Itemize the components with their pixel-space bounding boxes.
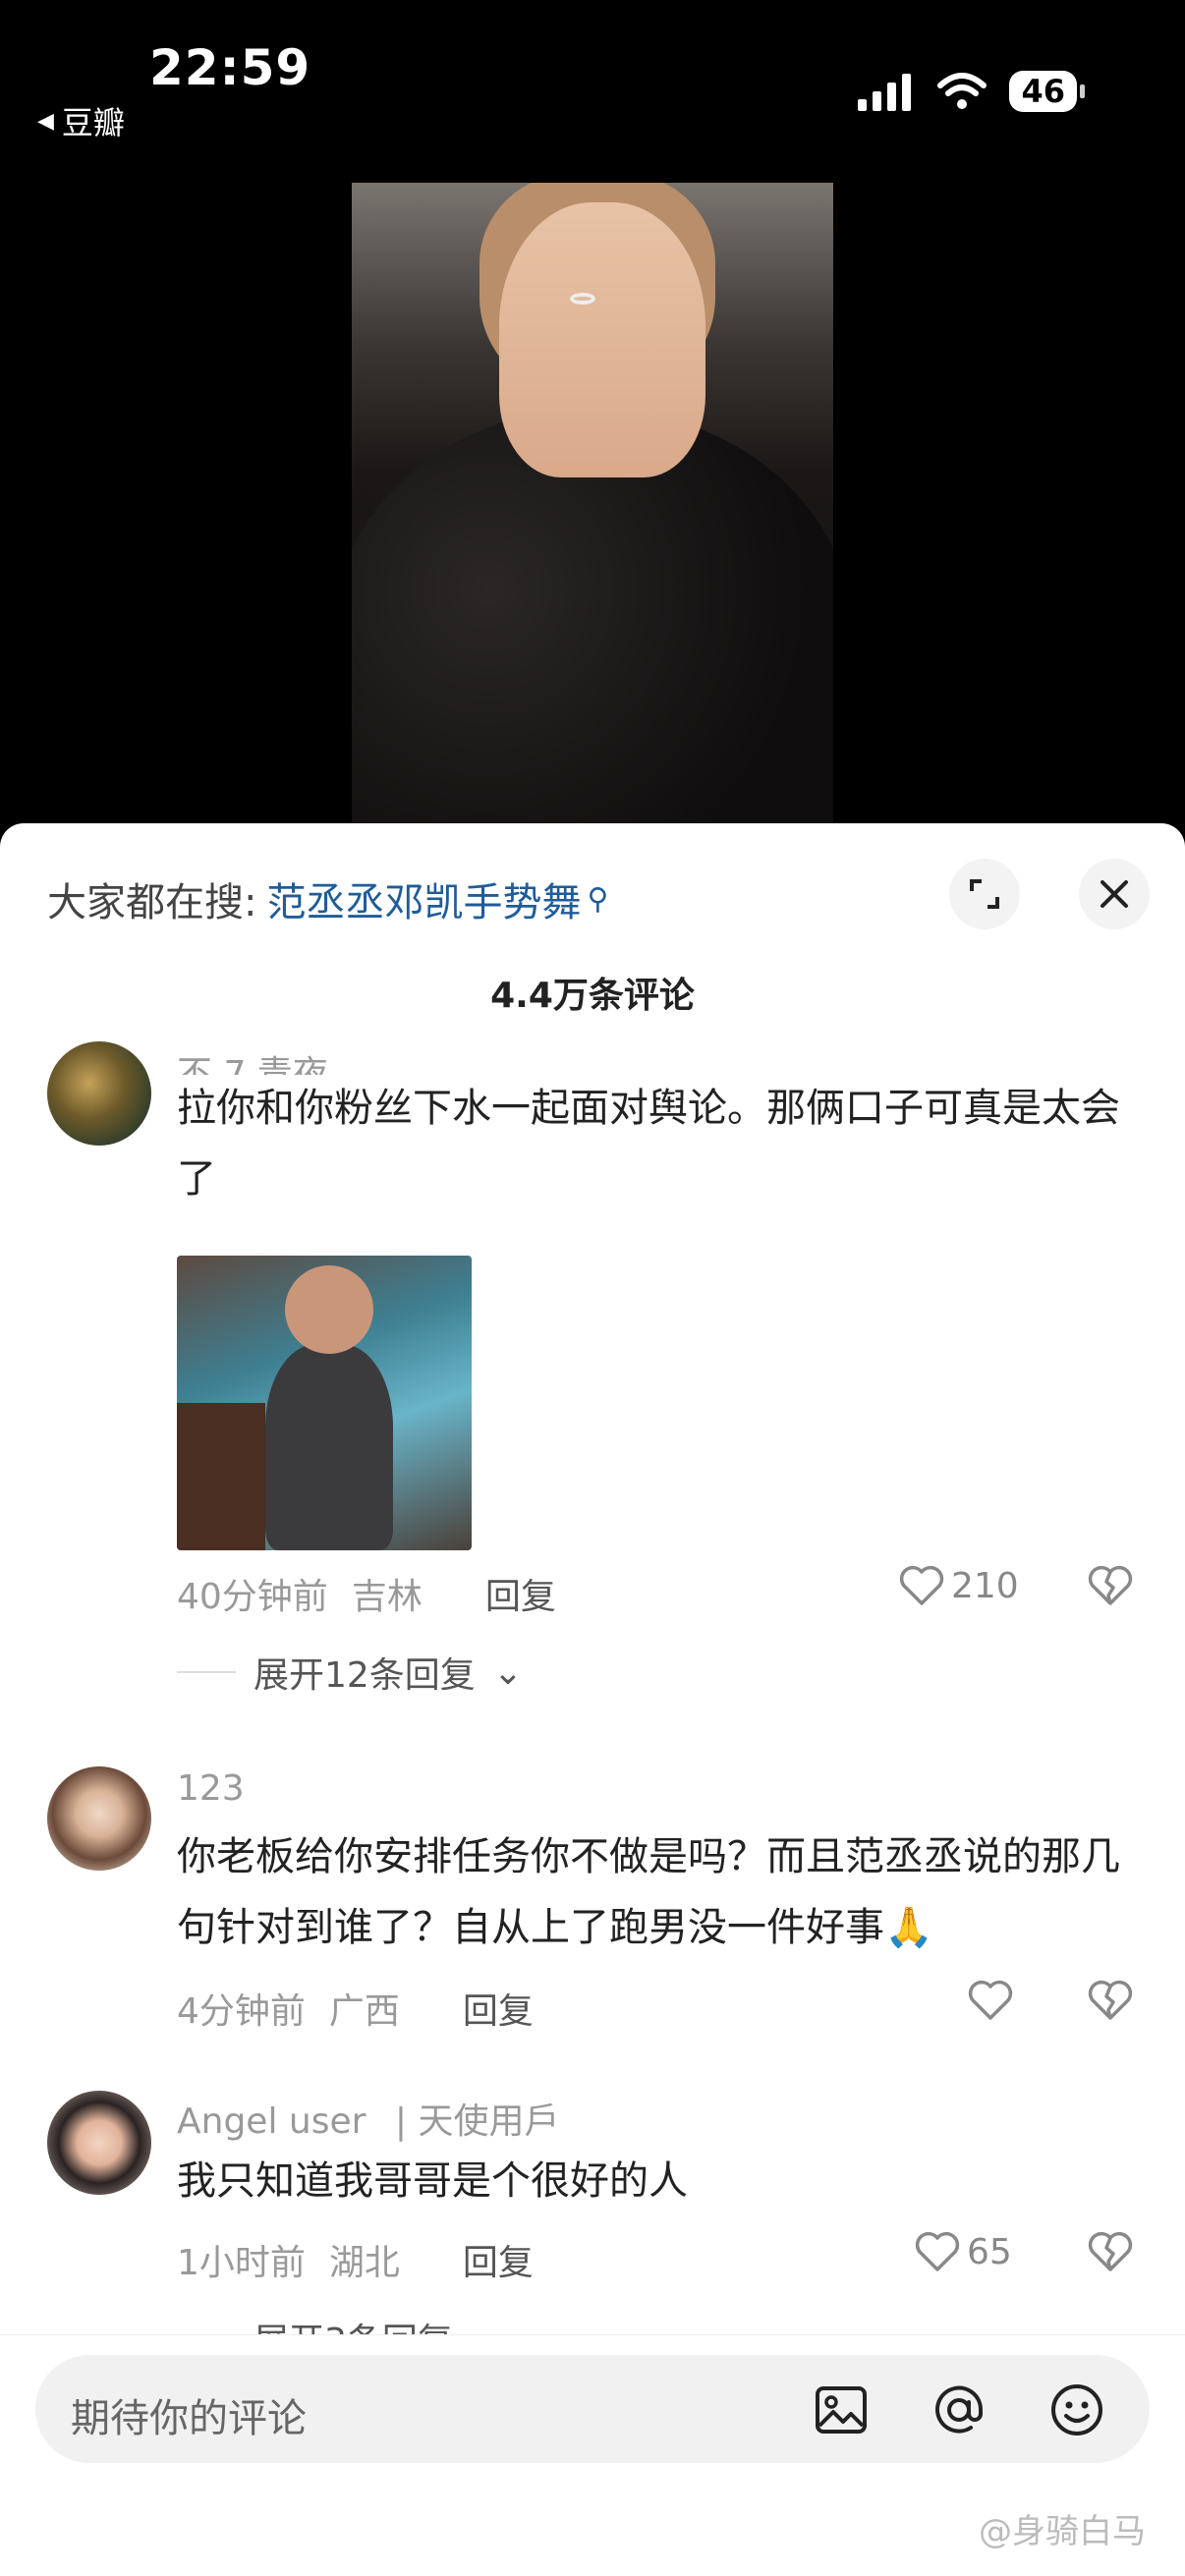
- video-ring: [570, 293, 595, 305]
- search-icon: ⚲: [587, 881, 609, 917]
- like-count: 65: [967, 2231, 1012, 2272]
- comment-input-placeholder: 期待你的评论: [71, 2396, 307, 2441]
- status-indicators: 46: [856, 71, 1085, 112]
- comment-time: 1小时前: [177, 2243, 306, 2283]
- heart-icon: [899, 1565, 944, 1605]
- like-count: 210: [951, 1565, 1019, 1606]
- divider-line: [177, 1671, 236, 1673]
- broken-heart-icon: [1088, 1980, 1133, 2020]
- comment-meta: 1小时前 湖北 回复: [177, 2234, 534, 2285]
- comment-sheet: 大家都在搜: 范丞丞邓凯手势舞 ⚲ 4.4万条评论 不 7 青夜 拉你和你粉丝下…: [0, 823, 1185, 2576]
- comment-text[interactable]: 你老板给你安排任务你不做是吗？而且范丞丞说的那几句针对到谁了？自从上了跑男没一件…: [177, 1821, 1140, 1963]
- signal-icon: [858, 74, 912, 111]
- comment-location: 湖北: [328, 2243, 400, 2283]
- comment-gif-image[interactable]: [177, 1256, 472, 1550]
- user-tag: | 天使用戶: [394, 2101, 560, 2142]
- expand-replies-button[interactable]: 展开12条回复 ⌄: [177, 1647, 523, 1698]
- comment-username-text: Angel user: [177, 2101, 367, 2142]
- gif-child-head: [285, 1265, 373, 1354]
- expand-replies-label: 展开12条回复: [254, 1655, 476, 1696]
- video-person-hands: [499, 202, 705, 477]
- battery-icon: 46: [1009, 71, 1085, 112]
- broken-heart-icon: [1088, 2231, 1133, 2271]
- reply-button[interactable]: 回复: [485, 1568, 556, 1619]
- expand-button[interactable]: [949, 859, 1020, 929]
- trending-search-keyword[interactable]: 范丞丞邓凯手势舞: [266, 870, 581, 927]
- comment-text[interactable]: 我只知道我哥哥是个很好的人: [177, 2146, 1140, 2216]
- avatar[interactable]: [47, 2091, 151, 2195]
- heart-icon: [968, 1980, 1013, 2020]
- comment-time: 40分钟前: [177, 1577, 328, 1617]
- like-button[interactable]: 210: [898, 1564, 1019, 1607]
- reply-button[interactable]: 回复: [463, 1983, 534, 2034]
- trending-search[interactable]: 大家都在搜: 范丞丞邓凯手势舞 ⚲: [47, 870, 608, 927]
- comment-username[interactable]: Angel user | 天使用戶: [177, 2093, 559, 2144]
- comment-meta: 4分钟前 广西 回复: [177, 1983, 534, 2034]
- like-button[interactable]: [967, 1979, 1014, 2022]
- like-button[interactable]: 65: [914, 2230, 1012, 2273]
- watermark-text: @身骑白马: [979, 2512, 1146, 2551]
- broken-heart-icon: [1088, 1565, 1133, 1605]
- dislike-button[interactable]: [1087, 1564, 1134, 1611]
- dislike-button[interactable]: [1087, 1979, 1134, 2026]
- comment-text[interactable]: 拉你和你粉丝下水一起面对舆论。那俩口子可真是太会了: [177, 1073, 1140, 1214]
- expand-icon: [970, 879, 999, 909]
- status-time: 22:59: [149, 39, 311, 96]
- heart-icon: [915, 2231, 960, 2271]
- back-to-app-link[interactable]: ◀ 豆瓣: [37, 98, 125, 143]
- comment-time: 4分钟前: [177, 1991, 306, 2032]
- image-icon[interactable]: [812, 2380, 871, 2439]
- video-player[interactable]: [352, 183, 833, 831]
- comment-location: 吉林: [351, 1577, 423, 1617]
- status-bar: 22:59 ◀ 豆瓣 46: [0, 0, 1185, 147]
- emoji-icon[interactable]: [1047, 2380, 1106, 2439]
- back-app-label: 豆瓣: [61, 104, 125, 141]
- back-icon: ◀: [37, 108, 54, 134]
- close-button[interactable]: [1079, 859, 1150, 929]
- comment-input-bar: 期待你的评论 @身骑白马: [0, 2334, 1185, 2576]
- comment-input[interactable]: 期待你的评论: [35, 2355, 1150, 2463]
- comment-location: 广西: [328, 1991, 400, 2032]
- comment-count-title: 4.4万条评论: [490, 976, 695, 1016]
- dislike-button[interactable]: [1087, 2230, 1134, 2277]
- at-icon[interactable]: [930, 2380, 988, 2439]
- avatar[interactable]: [47, 1041, 151, 1146]
- avatar[interactable]: [47, 1766, 151, 1871]
- gif-child-body: [265, 1344, 393, 1550]
- chevron-down-icon: ⌄: [492, 1652, 523, 1693]
- trending-search-prefix: 大家都在搜:: [47, 880, 257, 925]
- comment-username[interactable]: 不 7 青夜: [177, 1045, 328, 1075]
- close-icon: [1100, 880, 1128, 908]
- gif-table: [177, 1403, 265, 1550]
- comment-username[interactable]: 123: [177, 1768, 245, 1809]
- wifi-icon: [937, 73, 988, 109]
- reply-button[interactable]: 回复: [463, 2234, 534, 2285]
- comment-meta: 40分钟前 吉林 回复: [177, 1568, 556, 1619]
